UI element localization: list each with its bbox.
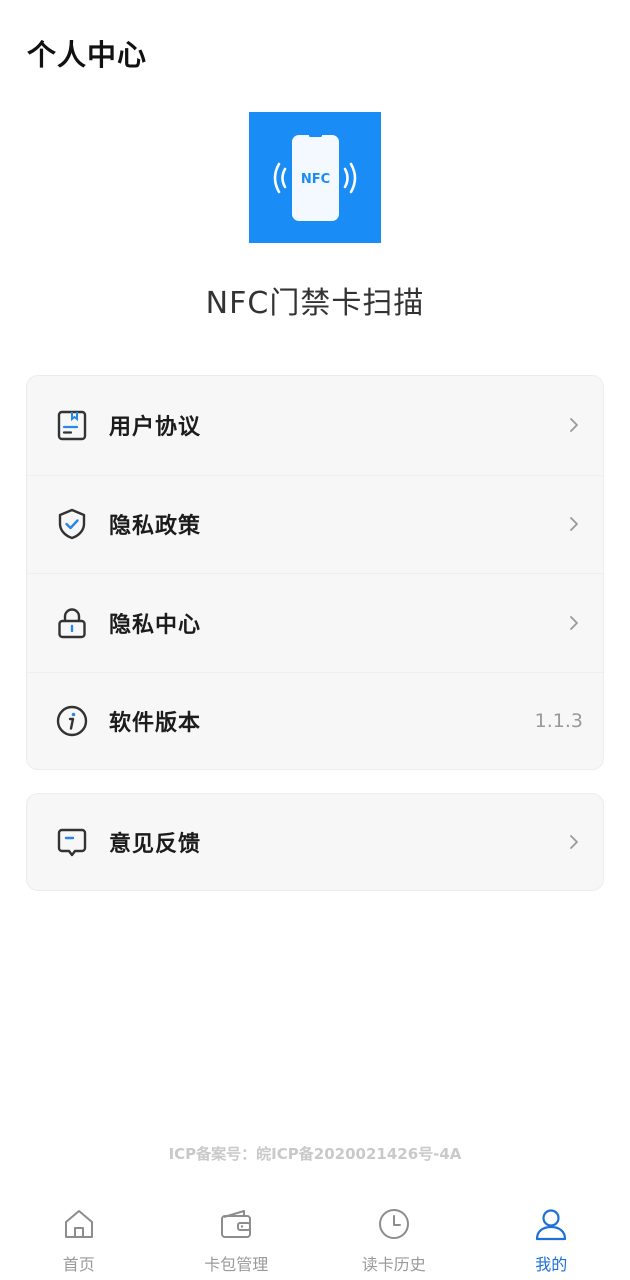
tab-label: 读卡历史 <box>361 1255 426 1274</box>
settings-card: 用户协议 隐私政策 隐私中心 软件版本 1.1.3 <box>26 375 604 770</box>
document-icon <box>55 408 89 442</box>
menu-item-privacy-center[interactable]: 隐私中心 <box>27 573 603 672</box>
tab-read-history[interactable]: 读卡历史 <box>315 1195 473 1280</box>
menu-item-label: 意见反馈 <box>109 832 202 857</box>
message-icon <box>55 825 89 859</box>
user-icon <box>533 1206 569 1242</box>
chevron-right-icon <box>565 613 583 633</box>
menu-item-software-version[interactable]: 软件版本 1.1.3 <box>27 671 603 771</box>
tab-home[interactable]: 首页 <box>0 1195 158 1280</box>
tab-card-wallet[interactable]: 卡包管理 <box>158 1195 316 1280</box>
menu-item-label: 用户协议 <box>109 415 202 441</box>
menu-item-feedback[interactable]: 意见反馈 <box>27 794 603 890</box>
home-icon <box>61 1206 97 1242</box>
menu-item-privacy-policy[interactable]: 隐私政策 <box>27 474 603 574</box>
feedback-card: 意见反馈 <box>26 793 604 891</box>
chevron-right-icon <box>565 415 583 435</box>
version-value: 1.1.3 <box>534 710 583 733</box>
chevron-right-icon <box>565 832 583 852</box>
tab-label: 卡包管理 <box>204 1255 269 1274</box>
bottom-tabbar: 首页 卡包管理 读卡历史 我的 <box>0 1195 630 1280</box>
tab-mine[interactable]: 我的 <box>473 1195 630 1280</box>
menu-item-user-agreement[interactable]: 用户协议 <box>27 376 603 475</box>
menu-item-label: 隐私政策 <box>109 514 202 540</box>
shield-check-icon <box>55 507 89 541</box>
page-title: 个人中心 <box>27 38 148 72</box>
app-logo: NFC <box>249 112 381 243</box>
tab-label: 我的 <box>535 1255 568 1274</box>
chevron-right-icon <box>565 514 583 534</box>
info-icon <box>55 704 89 738</box>
clock-icon <box>376 1206 412 1242</box>
menu-item-label: 软件版本 <box>109 711 202 737</box>
wallet-icon <box>218 1206 254 1242</box>
app-name: NFC门禁卡扫描 <box>205 286 425 321</box>
logo-text: NFC <box>301 172 330 187</box>
lock-icon <box>55 606 89 640</box>
icp-record: ICP备案号：皖ICP备2020021426号-4A <box>168 1145 462 1163</box>
menu-item-label: 隐私中心 <box>109 612 202 638</box>
profile-page: 个人中心 NFC NFC门禁卡扫描 用户协议 隐私政策 隐私中心 软件版本 1.… <box>0 0 630 1280</box>
tab-label: 首页 <box>62 1255 95 1274</box>
